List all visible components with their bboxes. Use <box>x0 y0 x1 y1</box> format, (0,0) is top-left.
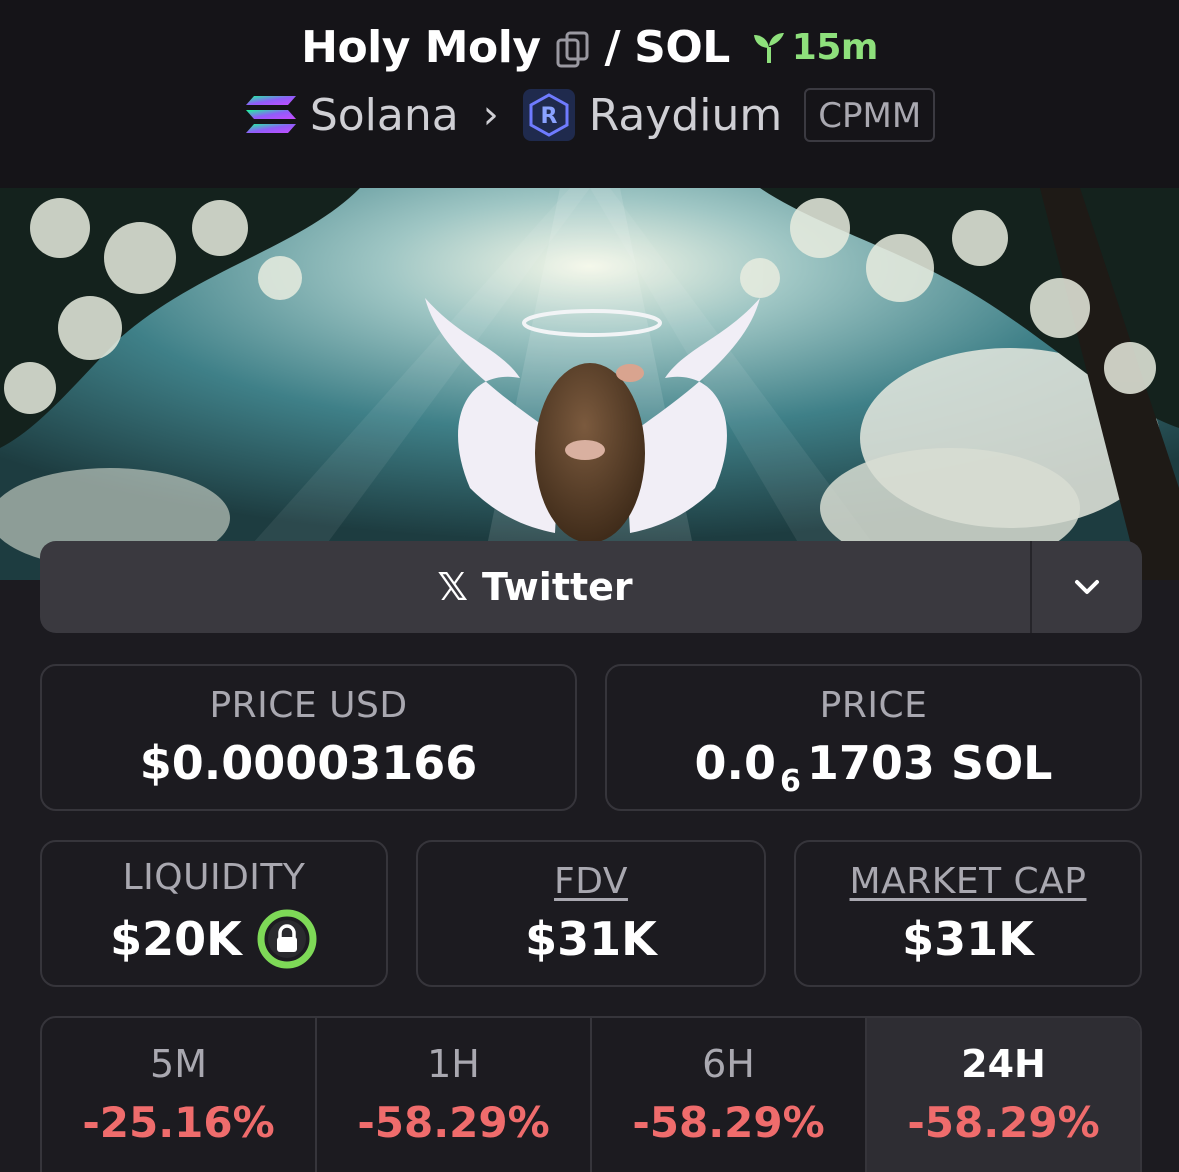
price-usd-value: $0.00003166 <box>139 736 478 790</box>
tab-6h[interactable]: 6H -58.29% <box>592 1018 867 1172</box>
price-change-value: -58.29% <box>357 1098 550 1147</box>
breadcrumb-chevron-icon: › <box>482 92 499 138</box>
lock-icon[interactable] <box>256 908 318 970</box>
price-native-label: PRICE <box>819 685 928 726</box>
price-change-value: -25.16% <box>82 1098 275 1147</box>
token-banner-image <box>0 188 1179 580</box>
breadcrumb: Solana › R Raydium CPMM <box>0 88 1179 142</box>
market-cap-card[interactable]: MARKET CAP $31K <box>794 840 1142 987</box>
market-cap-value: $31K <box>902 912 1034 966</box>
token-name: Holy Moly <box>301 22 541 73</box>
tab-1h[interactable]: 1H -58.29% <box>317 1018 592 1172</box>
twitter-label: Twitter <box>481 565 633 609</box>
social-links-bar: 𝕏 Twitter <box>40 541 1142 633</box>
sprout-icon <box>753 32 784 63</box>
pair-title: Holy Moly / SOL 15m <box>0 22 1179 73</box>
fdv-value: $31K <box>525 912 657 966</box>
tab-5m[interactable]: 5M -25.16% <box>42 1018 317 1172</box>
period-label: 6H <box>702 1042 755 1086</box>
liquidity-card: LIQUIDITY $20K <box>40 840 388 987</box>
pool-type-badge: CPMM <box>804 88 936 142</box>
price-native-card: PRICE 0.0 6 1703 SOL <box>605 664 1142 811</box>
liquidity-value-row: $20K <box>110 908 318 970</box>
chevron-down-icon <box>1075 580 1099 594</box>
price-zero-count: 6 <box>780 763 801 799</box>
price-native-suffix: 1703 SOL <box>806 736 1053 790</box>
tab-24h[interactable]: 24H -58.29% <box>867 1018 1140 1172</box>
chain-name[interactable]: Solana <box>310 90 459 141</box>
liquidity-value: $20K <box>110 912 242 966</box>
pair-age: 15m <box>750 27 878 68</box>
solana-icon[interactable] <box>244 93 298 137</box>
twitter-button[interactable]: 𝕏 Twitter <box>40 541 1032 633</box>
period-label: 1H <box>427 1042 480 1086</box>
fdv-label[interactable]: FDV <box>554 861 628 902</box>
price-native-prefix: 0.0 <box>694 736 777 790</box>
period-label: 24H <box>961 1042 1046 1086</box>
price-native-value: 0.0 6 1703 SOL <box>694 736 1053 799</box>
x-logo-icon: 𝕏 <box>437 565 468 609</box>
pair-separator: / <box>604 22 621 73</box>
dex-name[interactable]: Raydium <box>589 90 783 141</box>
quote-symbol: SOL <box>634 22 730 73</box>
links-dropdown-button[interactable] <box>1032 541 1142 633</box>
price-change-value: -58.29% <box>907 1098 1100 1147</box>
svg-text:R: R <box>540 104 557 129</box>
price-change-tabs: 5M -25.16% 1H -58.29% 6H -58.29% 24H -58… <box>40 1016 1142 1172</box>
fdv-card[interactable]: FDV $31K <box>416 840 766 987</box>
market-cap-label[interactable]: MARKET CAP <box>850 861 1087 902</box>
pair-header: Holy Moly / SOL 15m Solana › R Raydium C… <box>0 0 1179 188</box>
age-value: 15m <box>791 27 879 68</box>
period-label: 5M <box>150 1042 207 1086</box>
price-change-value: -58.29% <box>632 1098 825 1147</box>
liquidity-label: LIQUIDITY <box>122 857 306 898</box>
raydium-icon[interactable]: R <box>522 89 575 141</box>
copy-icon[interactable] <box>555 30 591 70</box>
price-usd-card: PRICE USD $0.00003166 <box>40 664 577 811</box>
price-usd-label: PRICE USD <box>209 685 408 726</box>
